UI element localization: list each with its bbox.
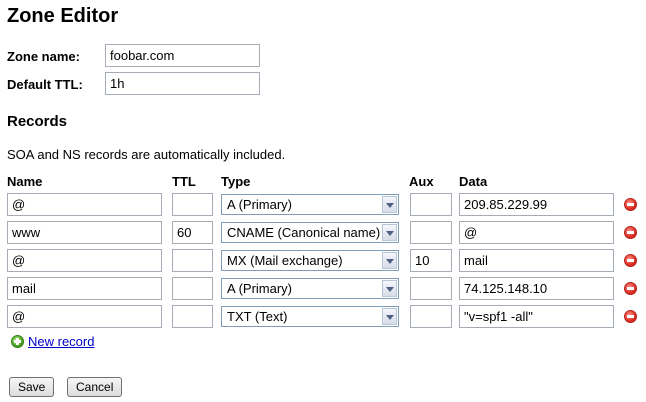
record-data-input[interactable] [459,305,614,328]
column-header-name: Name [7,174,43,189]
zone-name-input[interactable] [105,44,260,67]
record-data-input[interactable] [459,277,614,300]
add-icon[interactable] [11,335,24,348]
remove-icon[interactable] [624,198,637,211]
record-type-value: A (Primary) [227,281,292,296]
new-record-link[interactable]: New record [28,334,94,349]
record-name-input[interactable] [7,193,162,216]
record-type-value: MX (Mail exchange) [227,253,343,268]
chevron-down-icon[interactable] [382,308,397,325]
record-ttl-input[interactable] [172,249,213,272]
record-type-select[interactable]: CNAME (Canonical name) [221,222,399,243]
default-ttl-label: Default TTL: [7,77,83,92]
record-data-input[interactable] [459,193,614,216]
default-ttl-input[interactable] [105,72,260,95]
record-type-select[interactable]: A (Primary) [221,278,399,299]
chevron-down-icon[interactable] [382,252,397,269]
record-type-select[interactable]: A (Primary) [221,194,399,215]
column-header-aux: Aux [409,174,434,189]
record-type-value: TXT (Text) [227,309,288,324]
zone-name-label: Zone name: [7,49,80,64]
record-type-select[interactable]: MX (Mail exchange) [221,250,399,271]
cancel-button[interactable]: Cancel [67,377,123,397]
record-aux-input[interactable] [410,221,452,244]
records-heading: Records [7,113,68,130]
record-ttl-input[interactable] [172,221,213,244]
page-title: Zone Editor [7,5,119,27]
column-header-type: Type [221,174,251,189]
record-aux-input[interactable] [410,193,452,216]
record-data-input[interactable] [459,249,614,272]
record-name-input[interactable] [7,277,162,300]
record-ttl-input[interactable] [172,193,213,216]
remove-icon[interactable] [624,310,637,323]
record-data-input[interactable] [459,221,614,244]
record-type-select[interactable]: TXT (Text) [221,306,399,327]
record-type-value: A (Primary) [227,197,292,212]
records-note: SOA and NS records are automatically inc… [7,147,286,162]
save-button[interactable]: Save [9,377,55,397]
chevron-down-icon[interactable] [382,280,397,297]
record-name-input[interactable] [7,221,162,244]
remove-icon[interactable] [624,254,637,267]
record-type-value: CNAME (Canonical name) [227,225,381,240]
remove-icon[interactable] [624,226,637,239]
column-header-ttl: TTL [172,174,196,189]
column-header-data: Data [459,174,488,189]
record-aux-input[interactable] [410,277,452,300]
record-ttl-input[interactable] [172,305,213,328]
chevron-down-icon[interactable] [382,196,397,213]
chevron-down-icon[interactable] [382,224,397,241]
record-name-input[interactable] [7,305,162,328]
record-aux-input[interactable] [410,305,452,328]
record-ttl-input[interactable] [172,277,213,300]
record-name-input[interactable] [7,249,162,272]
remove-icon[interactable] [624,282,637,295]
record-aux-input[interactable] [410,249,452,272]
